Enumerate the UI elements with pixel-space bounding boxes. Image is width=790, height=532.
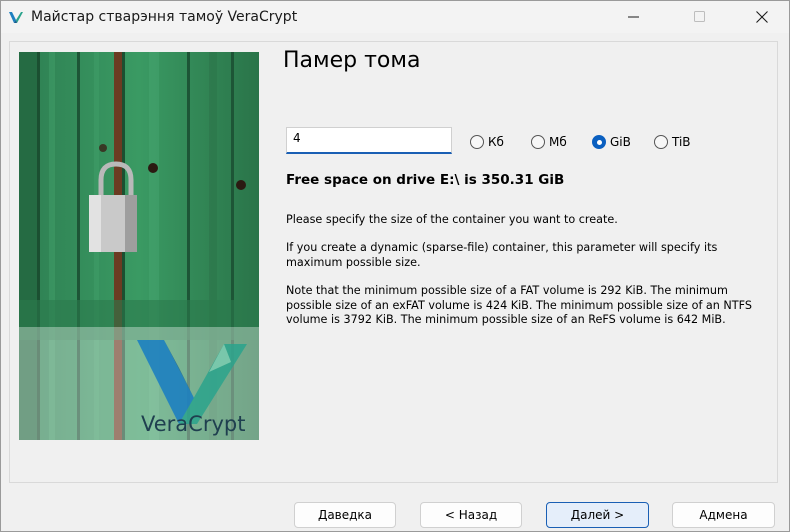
close-icon (756, 11, 768, 23)
radio-circle-selected[interactable] (592, 135, 606, 149)
info-text-size: Please specify the size of the container… (286, 213, 618, 226)
page-title: Памер тома (283, 48, 421, 73)
wizard-window: Майстар стварэння тамоў VeraCrypt VeraCr… (0, 0, 790, 532)
unit-label-tib: TiB (672, 135, 691, 149)
info-text-dynamic: If you create a dynamic (sparse-file) co… (286, 241, 718, 269)
maximize-button[interactable] (677, 1, 723, 33)
minimize-icon (628, 16, 639, 18)
cancel-button[interactable]: Адмена (672, 502, 775, 528)
unit-label-gib: GiB (610, 135, 631, 149)
info-text-minimums: Note that the minimum possible size of a… (286, 284, 752, 326)
banner-brand-text: VeraCrypt (141, 412, 245, 436)
back-button[interactable]: < Назад (420, 502, 522, 528)
minimize-button[interactable] (611, 1, 657, 33)
title-bar[interactable]: Майстар стварэння тамоў VeraCrypt (1, 1, 789, 33)
radio-circle[interactable] (470, 135, 484, 149)
radio-circle[interactable] (531, 135, 545, 149)
window-title: Майстар стварэння тамоў VeraCrypt (31, 9, 298, 25)
maximize-icon (694, 11, 705, 22)
help-button[interactable]: Даведка (294, 502, 396, 528)
radio-circle[interactable] (654, 135, 668, 149)
veracrypt-banner-image: VeraCrypt (19, 52, 259, 440)
unit-label-kb: Кб (488, 135, 504, 149)
veracrypt-logo-icon (8, 9, 24, 25)
unit-label-mb: Мб (549, 135, 567, 149)
free-space-label: Free space on drive E:\ is 350.31 GiB (286, 172, 565, 188)
close-button[interactable] (739, 1, 785, 33)
volume-size-input[interactable]: 4 (286, 127, 452, 154)
next-button[interactable]: Далей > (546, 502, 649, 528)
